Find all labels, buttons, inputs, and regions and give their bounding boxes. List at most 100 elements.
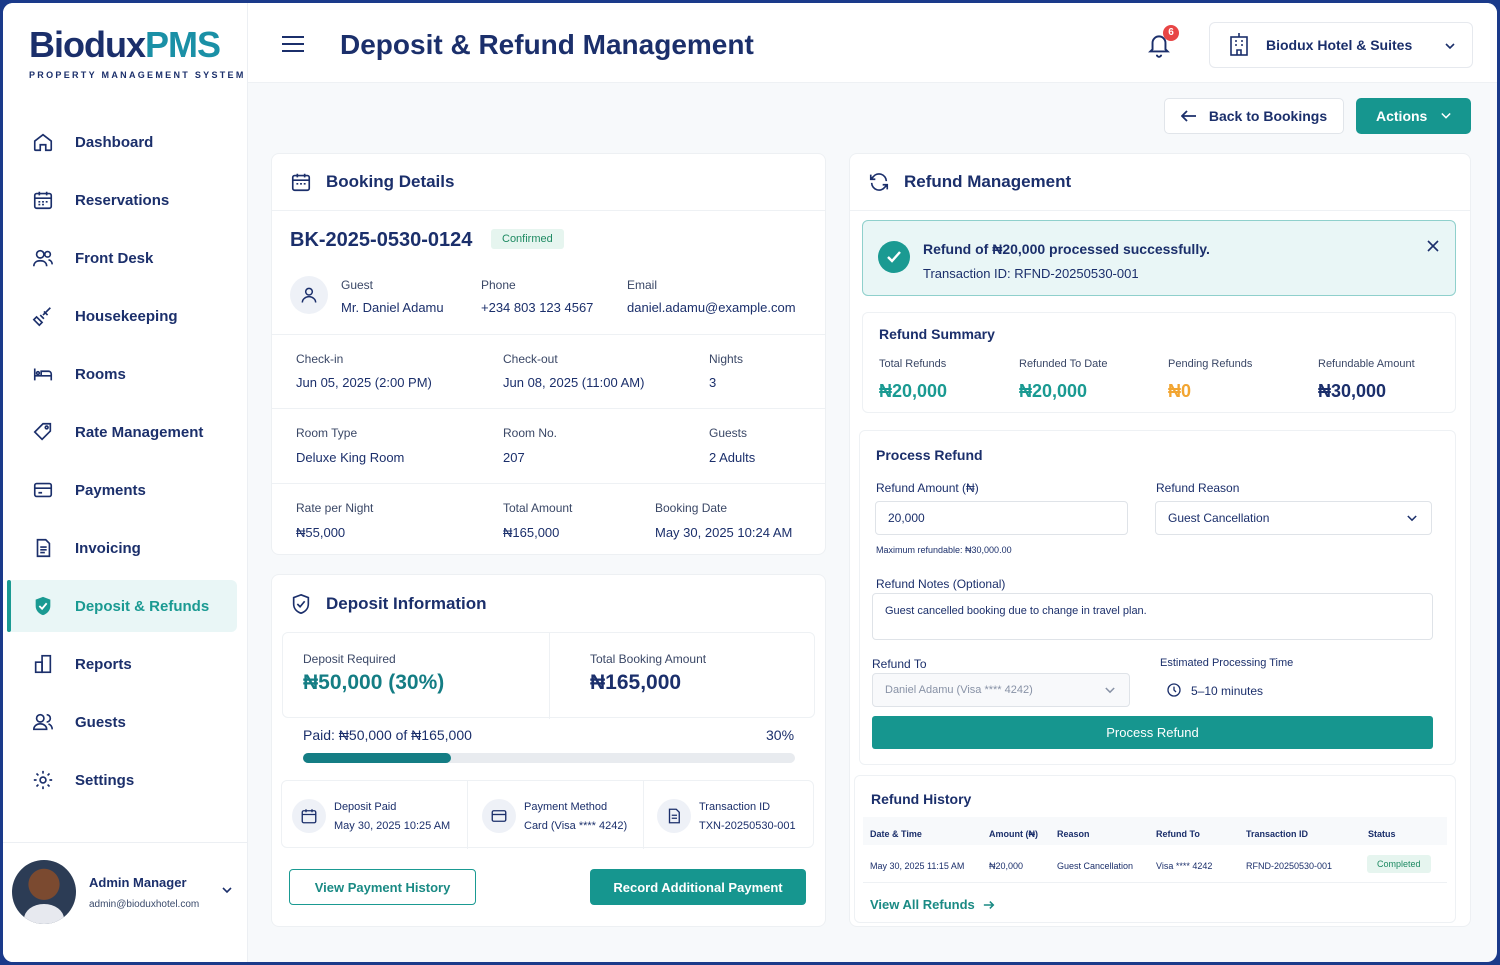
guests-icon [31, 710, 55, 734]
booking-date-label: Booking Date [655, 501, 728, 515]
menu-icon[interactable] [281, 35, 305, 58]
bed-icon [31, 362, 55, 386]
shield-check-icon [31, 594, 55, 618]
card-icon [482, 799, 516, 833]
process-refund-button[interactable]: Process Refund [872, 716, 1433, 749]
user-menu[interactable]: Admin Manager admin@bioduxhotel.com [3, 842, 248, 962]
status-badge-label: Confirmed [491, 229, 564, 249]
table-cell: May 30, 2025 11:15 AM [870, 861, 965, 871]
sidebar-item-rate-management[interactable]: Rate Management [7, 403, 237, 461]
deposit-summary-box: Deposit Required ₦50,000 (30%) Total Boo… [282, 632, 815, 719]
table-cell: RFND-20250530-001 [1246, 861, 1333, 871]
hotel-name: Biodux Hotel & Suites [1266, 37, 1413, 53]
alert-transaction: Transaction ID: RFND-20250530-001 [923, 266, 1139, 281]
roomtype-label: Room Type [296, 426, 358, 440]
column-header: Refund To [1156, 829, 1200, 839]
column-header: Amount (₦) [989, 829, 1038, 839]
checkin-label: Check-in [296, 352, 344, 366]
brand-name-part1: Biodux [29, 24, 146, 65]
checkout-value: Jun 08, 2025 (11:00 AM) [503, 375, 645, 390]
payment-method-value: Card (Visa **** 4242) [524, 820, 628, 832]
sidebar: BioduxPMS PROPERTY MANAGEMENT SYSTEM Das… [3, 3, 248, 962]
refund-title: Refund Management [904, 172, 1072, 191]
close-icon[interactable] [1427, 239, 1439, 257]
shield-icon [292, 593, 310, 615]
user-icon [290, 276, 328, 314]
deposit-title: Deposit Information [326, 594, 487, 613]
chevron-down-icon [1407, 515, 1417, 522]
back-to-bookings-button[interactable]: Back to Bookings [1164, 98, 1344, 134]
sidebar-item-deposit-refunds[interactable]: Deposit & Refunds [7, 580, 237, 632]
refund-notes-textarea[interactable]: Guest cancelled booking due to change in… [872, 593, 1433, 640]
refund-reason-select[interactable]: Guest Cancellation [1155, 501, 1432, 535]
table-cell: ₦20,000 [989, 861, 1024, 871]
brand-logo[interactable]: BioduxPMS PROPERTY MANAGEMENT SYSTEM [29, 25, 246, 81]
total-refunds-label: Total Refunds [879, 358, 947, 370]
rate-label: Rate per Night [296, 501, 374, 515]
processing-time-label: Estimated Processing Time [1160, 657, 1294, 669]
alert-title: Refund of ₦20,000 processed successfully… [923, 241, 1210, 257]
refund-summary-title: Refund Summary [879, 326, 995, 342]
building-icon [1228, 32, 1250, 59]
refund-to-value: Daniel Adamu (Visa **** 4242) [885, 684, 1033, 696]
deposit-details-row: Deposit Paid May 30, 2025 10:25 AM Payme… [281, 780, 814, 849]
refund-to-select[interactable]: Daniel Adamu (Visa **** 4242) [872, 673, 1130, 707]
avatar [12, 860, 76, 924]
refundable-amount-label: Refundable Amount [1318, 358, 1415, 370]
hotel-selector[interactable]: Biodux Hotel & Suites [1209, 22, 1473, 68]
email-label: Email [627, 278, 658, 292]
refund-notes-label: Refund Notes (Optional) [876, 577, 1006, 591]
sidebar-item-invoicing[interactable]: Invoicing [7, 519, 237, 577]
deposit-paid-label: Deposit Paid [334, 801, 397, 813]
view-all-refunds-label: View All Refunds [870, 897, 975, 912]
deposit-required-label: Deposit Required [303, 652, 396, 666]
brand-name: BioduxPMS [29, 25, 246, 65]
sidebar-item-label: Deposit & Refunds [75, 597, 210, 615]
sidebar-item-label: Reservations [75, 191, 170, 209]
process-refund-title: Process Refund [876, 447, 983, 463]
actions-button[interactable]: Actions [1356, 98, 1471, 134]
broom-icon [31, 304, 55, 328]
view-all-refunds-link[interactable]: View All Refunds [870, 897, 995, 912]
phone-label: Phone [481, 278, 516, 292]
sidebar-item-rooms[interactable]: Rooms [7, 345, 237, 403]
transaction-id-label: Transaction ID [699, 801, 771, 813]
column-header: Reason [1057, 829, 1090, 839]
gear-icon [31, 768, 55, 792]
chevron-down-icon[interactable] [221, 883, 233, 901]
record-additional-payment-button[interactable]: Record Additional Payment [590, 869, 806, 905]
guests-value: 2 Adults [709, 450, 756, 465]
brand-tagline: PROPERTY MANAGEMENT SYSTEM [29, 70, 246, 80]
status-badge: Completed [1367, 855, 1431, 873]
actions-label: Actions [1376, 108, 1428, 124]
max-refundable-note: Maximum refundable: ₦30,000.00 [876, 545, 1012, 555]
phone-value: +234 803 123 4567 [481, 300, 594, 315]
refresh-icon [869, 173, 889, 191]
refund-reason-label: Refund Reason [1156, 481, 1240, 495]
sidebar-item-guests[interactable]: Guests [7, 693, 237, 751]
view-payment-history-button[interactable]: View Payment History [289, 869, 476, 905]
table-cell: Guest Cancellation [1057, 861, 1134, 871]
sidebar-item-reports[interactable]: Reports [7, 635, 237, 693]
arrow-left-icon [1180, 110, 1196, 122]
sidebar-item-housekeeping[interactable]: Housekeeping [7, 287, 237, 345]
refund-history-title: Refund History [871, 791, 972, 807]
refund-amount-input[interactable]: 20,000 [875, 501, 1128, 535]
total-value: ₦165,000 [503, 525, 560, 540]
refund-to-label: Refund To [872, 657, 927, 671]
sidebar-item-reservations[interactable]: Reservations [7, 171, 237, 229]
payment-method-label: Payment Method [524, 801, 608, 813]
chevron-down-icon [1444, 39, 1456, 55]
sidebar-item-dashboard[interactable]: Dashboard [7, 113, 237, 171]
total-booking-value: ₦165,000 [590, 671, 682, 694]
sidebar-item-settings[interactable]: Settings [7, 751, 237, 809]
sidebar-item-payments[interactable]: Payments [7, 461, 237, 519]
guests-label: Guests [709, 426, 748, 440]
brand-name-part2: PMS [145, 24, 221, 65]
booking-date-value: May 30, 2025 10:24 AM [655, 525, 793, 540]
status-badge: Confirmed [491, 229, 564, 249]
refund-reason-value: Guest Cancellation [1168, 511, 1270, 525]
chevron-down-icon [1105, 687, 1115, 694]
paid-text: Paid: ₦50,000 of ₦165,000 [303, 727, 472, 743]
sidebar-item-front-desk[interactable]: Front Desk [7, 229, 237, 287]
